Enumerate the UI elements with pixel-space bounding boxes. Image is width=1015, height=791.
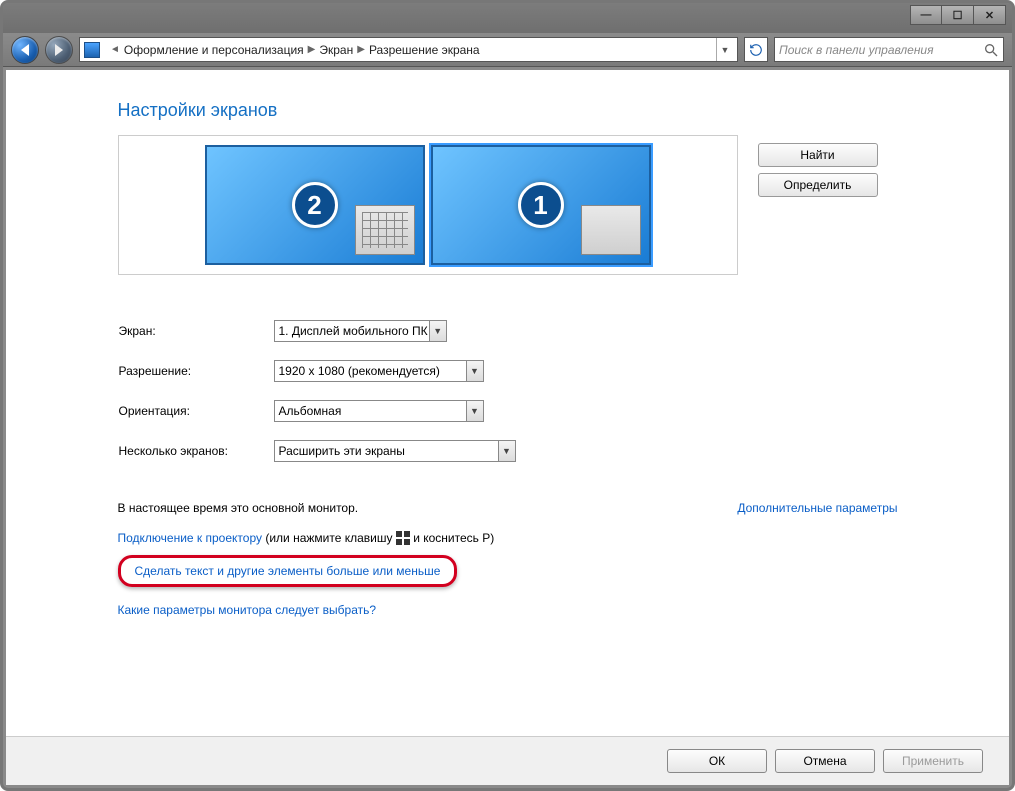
monitor-2[interactable]: 2 [205, 145, 425, 265]
chevron-down-icon: ▼ [429, 321, 446, 341]
apply-button: Применить [883, 749, 983, 773]
search-input[interactable]: Поиск в панели управления [774, 37, 1004, 62]
display-arrangement[interactable]: 2 1 [118, 135, 738, 275]
window-thumbnail-icon [355, 205, 415, 255]
maximize-button[interactable]: ☐ [942, 5, 974, 25]
projector-hint: (или нажмите клавишу [265, 531, 396, 545]
control-panel-icon [84, 42, 100, 58]
page-title: Настройки экранов [118, 100, 898, 121]
navigation-bar: ◄ Оформление и персонализация ▶ Экран ▶ … [3, 33, 1012, 67]
chevron-right-icon: ▶ [308, 44, 316, 55]
chevron-right-icon: ▶ [357, 44, 365, 55]
breadcrumb-item[interactable]: Экран [319, 43, 353, 57]
highlight-annotation: Сделать текст и другие элементы больше и… [118, 555, 458, 587]
back-button[interactable] [11, 36, 39, 64]
close-button[interactable]: ✕ [974, 5, 1006, 25]
orientation-label: Ориентация: [118, 399, 273, 423]
display-label: Экран: [118, 319, 273, 343]
projector-link[interactable]: Подключение к проектору [118, 531, 263, 545]
resolution-select-value: 1920 x 1080 (рекомендуется) [279, 364, 440, 378]
chevron-down-icon: ▼ [466, 401, 483, 421]
search-placeholder: Поиск в панели управления [779, 43, 934, 57]
identify-button[interactable]: Определить [758, 173, 878, 197]
resolution-label: Разрешение: [118, 359, 273, 383]
monitor-1[interactable]: 1 [431, 145, 651, 265]
search-icon [983, 42, 999, 58]
orientation-select-value: Альбомная [279, 404, 342, 418]
chevron-down-icon: ▼ [466, 361, 483, 381]
resolution-select[interactable]: 1920 x 1080 (рекомендуется) ▼ [274, 360, 484, 382]
projector-hint: и коснитесь P) [413, 531, 494, 545]
refresh-icon [749, 43, 763, 57]
history-dropdown[interactable]: ▼ [716, 38, 733, 61]
multiple-displays-select-value: Расширить эти экраны [279, 444, 405, 458]
detect-button[interactable]: Найти [758, 143, 878, 167]
orientation-select[interactable]: Альбомная ▼ [274, 400, 484, 422]
multiple-displays-label: Несколько экранов: [118, 439, 273, 463]
breadcrumb-item[interactable]: Оформление и персонализация [124, 43, 304, 57]
advanced-settings-link[interactable]: Дополнительные параметры [737, 501, 897, 515]
chevron-down-icon: ▼ [498, 441, 515, 461]
windows-key-icon [396, 531, 410, 545]
resize-text-link[interactable]: Сделать текст и другие элементы больше и… [135, 564, 441, 578]
display-select-value: 1. Дисплей мобильного ПК [279, 324, 428, 338]
forward-button[interactable] [45, 36, 73, 64]
window-thumbnail-icon [581, 205, 641, 255]
chevron-left-icon: ◄ [110, 44, 120, 55]
display-select[interactable]: 1. Дисплей мобильного ПК ▼ [274, 320, 447, 342]
monitor-number: 2 [292, 182, 338, 228]
breadcrumb[interactable]: ◄ Оформление и персонализация ▶ Экран ▶ … [79, 37, 738, 62]
multiple-displays-select[interactable]: Расширить эти экраны ▼ [274, 440, 516, 462]
which-settings-link[interactable]: Какие параметры монитора следует выбрать… [118, 603, 377, 617]
ok-button[interactable]: ОК [667, 749, 767, 773]
minimize-button[interactable]: — [910, 5, 942, 25]
monitor-number: 1 [518, 182, 564, 228]
title-bar: — ☐ ✕ [3, 3, 1012, 33]
command-bar: ОК Отмена Применить [6, 736, 1009, 785]
main-display-status: В настоящее время это основной монитор. [118, 501, 359, 515]
breadcrumb-item[interactable]: Разрешение экрана [369, 43, 480, 57]
refresh-button[interactable] [744, 37, 768, 62]
cancel-button[interactable]: Отмена [775, 749, 875, 773]
